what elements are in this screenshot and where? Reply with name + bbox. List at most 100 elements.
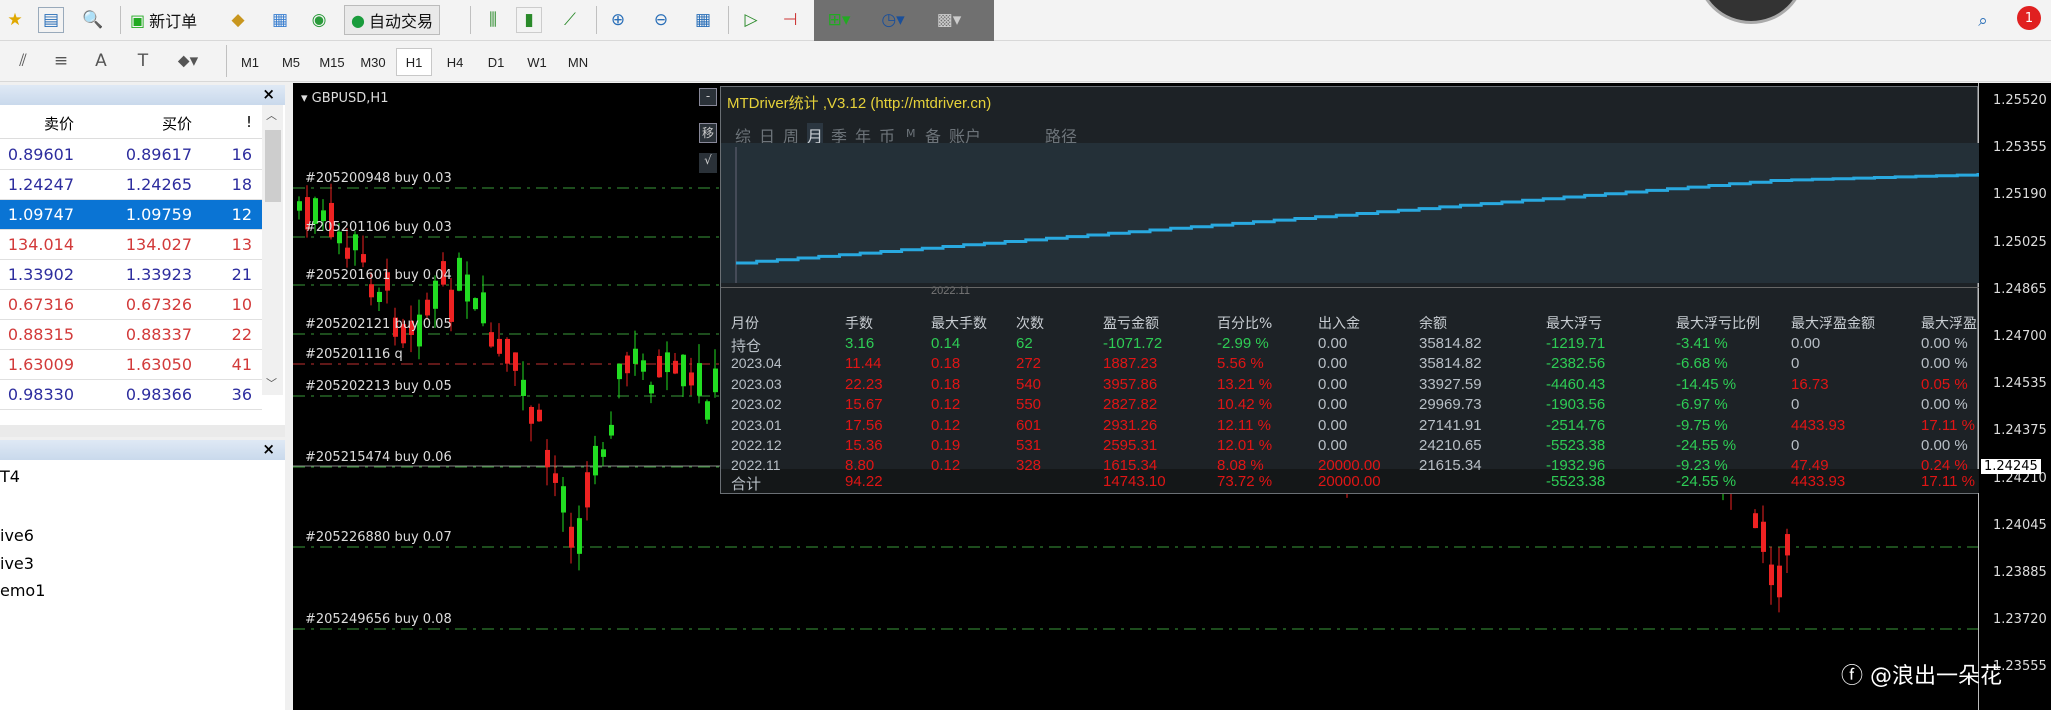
order-label: #205226880 buy 0.07: [305, 530, 452, 545]
market-watch-icon[interactable]: ▤: [38, 7, 64, 33]
candlestick-icon[interactable]: ▮: [516, 7, 542, 33]
close-icon[interactable]: ×: [262, 85, 275, 103]
order-label: #205201116 q: [305, 347, 403, 362]
quote-row[interactable]: 0.89601 0.89617 16: [0, 140, 262, 170]
chart-shift-icon[interactable]: ⊣: [777, 7, 803, 33]
stats-cell: -14.45 %: [1676, 375, 1737, 393]
candle-body: [513, 352, 518, 371]
stats-header: 最大浮亏: [1546, 316, 1602, 332]
stats-cell: -3.41 %: [1676, 335, 1728, 352]
price-chart[interactable]: ▾ GBPUSD,H1 #205200948 buy 0.03 #20520110…: [293, 83, 2051, 710]
navigator-item[interactable]: ive6: [0, 526, 34, 545]
stats-cell: 1615.34: [1103, 457, 1158, 475]
quote-ask: 1.33923: [125, 265, 192, 284]
candle-body: [529, 406, 534, 424]
text-icon[interactable]: A: [88, 48, 114, 74]
stats-cell: 17.11 %: [1921, 473, 1975, 490]
indicators-icon[interactable]: ⊞▾: [826, 7, 852, 33]
new-order-button[interactable]: ▣ 新订单: [130, 5, 197, 35]
quote-row[interactable]: 1.63009 1.63050 41: [0, 350, 262, 380]
candle-body: [657, 355, 662, 378]
stats-cell: 550: [1016, 396, 1042, 414]
check-button[interactable]: √: [699, 153, 717, 173]
col-bid[interactable]: 卖价: [44, 113, 74, 134]
candle-body: [545, 449, 550, 468]
order-label: #205200948 buy 0.03: [305, 171, 452, 186]
candle-body: [521, 379, 526, 396]
quote-row[interactable]: 0.67316 0.67326 10: [0, 290, 262, 320]
timeframe-h1[interactable]: H1: [396, 48, 432, 76]
candle-body: [569, 526, 574, 548]
timeframe-m5[interactable]: M5: [273, 48, 309, 76]
notification-badge[interactable]: 1: [2017, 6, 2041, 30]
quote-row[interactable]: 0.88315 0.88337 22: [0, 320, 262, 350]
stats-cell: 0.00: [1318, 335, 1348, 352]
zoom-in-icon[interactable]: ⊕: [605, 7, 631, 33]
quote-row[interactable]: 134.014 134.027 13: [0, 230, 262, 260]
quote-bid: 0.98330: [7, 385, 74, 404]
price-axis-label: 1.25025: [1993, 234, 2047, 250]
zoom-out-icon[interactable]: ⊖: [648, 7, 674, 33]
stats-cell: 12.01 %: [1217, 437, 1273, 454]
move-panel-button[interactable]: 移: [699, 123, 717, 143]
stats-cell: 20000.00: [1318, 473, 1381, 490]
stats-tab[interactable]: M: [906, 127, 916, 140]
candle-body: [625, 355, 630, 374]
text-label-icon[interactable]: T: [130, 48, 156, 74]
autoscroll-icon[interactable]: ▷: [738, 7, 764, 33]
close-icon[interactable]: ×: [262, 440, 275, 458]
fibonacci-icon[interactable]: ≡: [48, 48, 74, 74]
elliott-icon[interactable]: ⫽: [10, 48, 36, 74]
auto-trading-button[interactable]: ● 自动交易: [344, 5, 440, 35]
quote-ask: 1.24265: [125, 175, 192, 194]
col-ask[interactable]: 买价: [162, 113, 192, 134]
scrollbar[interactable]: ︿ ﹀: [262, 105, 283, 395]
timeframe-d1[interactable]: D1: [478, 48, 514, 76]
navigator-item[interactable]: emo1: [0, 581, 45, 600]
price-axis-label: 1.25355: [1993, 140, 2047, 156]
navigator-icon[interactable]: 🔍: [80, 7, 106, 33]
stats-cell: 4433.93: [1791, 473, 1846, 490]
quote-ask: 0.89617: [125, 145, 192, 164]
search-icon[interactable]: ⌕: [1970, 8, 1996, 34]
signals-icon[interactable]: ◉: [306, 7, 332, 33]
quote-bid: 1.09747: [7, 205, 74, 224]
stats-cell: 47.49: [1791, 457, 1829, 475]
candle-body: [641, 360, 646, 372]
equity-graph: [721, 143, 1979, 283]
timeframe-m1[interactable]: M1: [232, 48, 268, 76]
line-chart-icon[interactable]: ⟋: [557, 7, 583, 33]
stats-header: 月份: [731, 316, 759, 332]
quote-row[interactable]: 1.33902 1.33923 21: [0, 260, 262, 290]
quote-row[interactable]: 1.09747 1.09759 12: [0, 200, 262, 230]
trading-icon[interactable]: ▦: [267, 7, 293, 33]
stats-cell: 272: [1016, 355, 1042, 373]
templates-icon[interactable]: ▩▾: [936, 7, 962, 33]
timeframe-h4[interactable]: H4: [437, 48, 473, 76]
quote-row[interactable]: 0.98330 0.98366 36: [0, 380, 262, 410]
navigator-item[interactable]: T4: [0, 467, 20, 486]
stats-cell: 0.00 %: [1921, 396, 1968, 414]
quote-ask: 1.09759: [125, 205, 192, 224]
timeframe-m15[interactable]: M15: [314, 48, 350, 76]
price-axis-label: 1.24375: [1993, 423, 2047, 439]
periods-icon[interactable]: ◷▾: [880, 7, 906, 33]
stats-cell: 2827.82: [1103, 396, 1158, 414]
stats-header: 最大浮盈: [1921, 316, 1977, 332]
quote-row[interactable]: 1.24247 1.24265 18: [0, 170, 262, 200]
tile-windows-icon[interactable]: ▦: [690, 7, 716, 33]
watermark: ⓕ @浪出一朵花: [1841, 664, 2003, 689]
timeframe-w1[interactable]: W1: [519, 48, 555, 76]
bar-chart-icon[interactable]: ⫼: [480, 7, 506, 33]
metaeditor-icon[interactable]: ◆: [225, 7, 251, 33]
favorites-icon[interactable]: ★: [2, 7, 28, 33]
arrows-icon[interactable]: ⬥▾: [175, 48, 201, 74]
minimize-panel-button[interactable]: -: [699, 88, 717, 106]
timeframe-m30[interactable]: M30: [355, 48, 391, 76]
stats-cell: 13.21 %: [1217, 375, 1273, 393]
stats-title: MTDriver统计 ,V3.12 (http://mtdriver.cn): [727, 95, 992, 112]
navigator-item[interactable]: ive3: [0, 554, 34, 573]
timeframe-mn[interactable]: MN: [560, 48, 596, 76]
stats-header: 最大浮盈金额: [1791, 316, 1875, 332]
col-spread[interactable]: !: [246, 113, 252, 131]
